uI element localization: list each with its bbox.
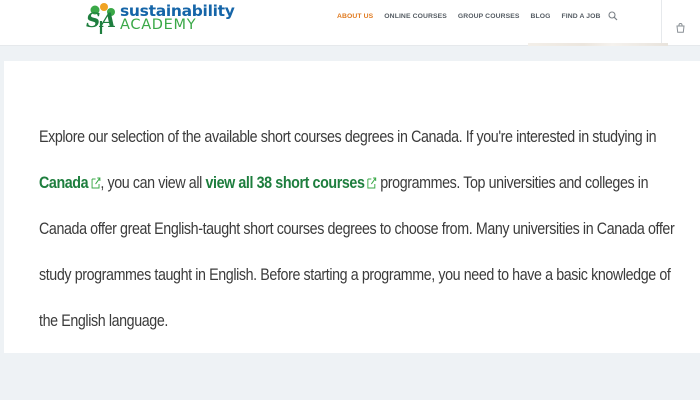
search-icon[interactable] — [608, 11, 618, 21]
content-card: Explore our selection of the available s… — [4, 61, 700, 353]
main-nav: ABOUT US ONLINE COURSES GROUP COURSES BL… — [337, 12, 612, 22]
cart-icon[interactable] — [676, 23, 685, 33]
nav-blog[interactable]: BLOG — [531, 12, 551, 22]
site-logo[interactable]: SA sustainability ACADEMY — [82, 1, 235, 37]
nav-divider — [661, 0, 662, 46]
canada-link[interactable]: Canada — [39, 174, 100, 192]
external-link-icon — [91, 177, 100, 189]
logo-mark-icon: SA — [86, 3, 116, 34]
intro-paragraph: Explore our selection of the available s… — [39, 114, 687, 344]
paragraph-text-1: Explore our selection of the available s… — [39, 128, 657, 146]
canada-link-label: Canada — [39, 174, 89, 192]
nav-find-a-job[interactable]: FIND A JOB — [562, 12, 601, 22]
site-header: SA sustainability ACADEMY ABOUT US ONLIN… — [0, 0, 700, 46]
logo-mark-text: SA — [86, 8, 116, 32]
view-all-courses-link[interactable]: view all 38 short courses — [205, 174, 377, 192]
external-link-icon — [367, 177, 377, 189]
logo-text-academy: ACADEMY — [120, 17, 197, 33]
nav-online-courses[interactable]: ONLINE COURSES — [384, 12, 447, 22]
nav-group-courses[interactable]: GROUP COURSES — [458, 12, 520, 22]
paragraph-text-2: , you can view all — [100, 174, 206, 192]
hero-image-edge — [528, 43, 668, 46]
view-all-courses-label: view all 38 short courses — [205, 174, 365, 192]
nav-about-us[interactable]: ABOUT US — [337, 12, 373, 22]
paragraph-text-3: programmes. Top universities and college… — [39, 174, 675, 330]
